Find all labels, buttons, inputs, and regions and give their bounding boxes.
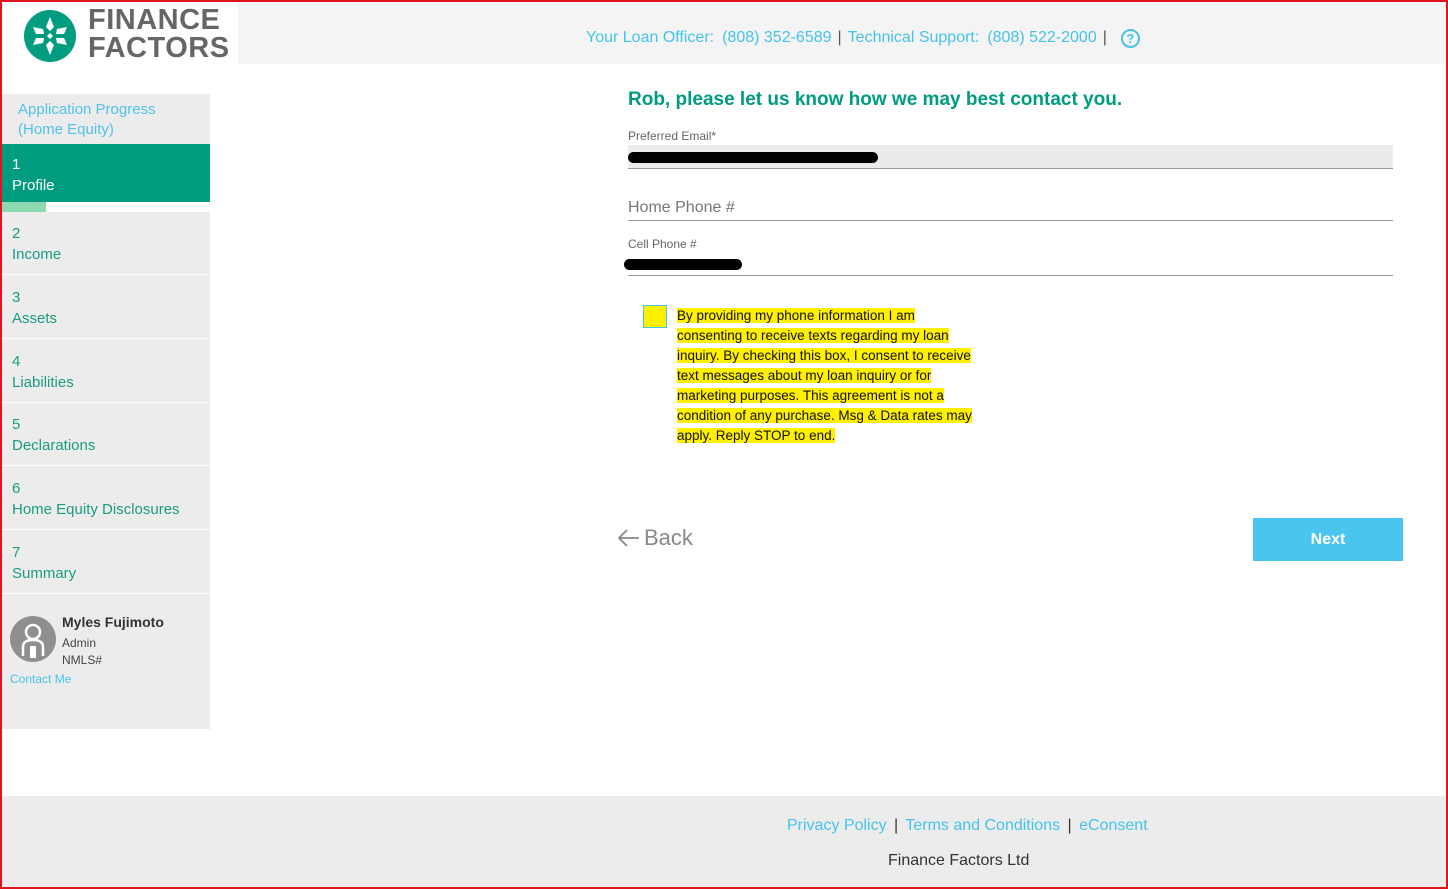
step-number: 6 [12, 480, 21, 497]
step-number: 4 [12, 353, 21, 370]
step-label: Liabilities [12, 374, 74, 391]
logo[interactable]: FINANCE FACTORS [2, 2, 238, 64]
step-label: Home Equity Disclosures [12, 501, 180, 518]
officer-name: Myles Fujimoto [62, 614, 164, 630]
cell-phone-field: Cell Phone # [624, 237, 1393, 276]
separator: | [1067, 817, 1072, 834]
consent-line: By providing my phone information I am [677, 308, 915, 323]
tech-support-label: Technical Support: [847, 29, 980, 46]
sidebar-step-assets[interactable]: 3 Assets [2, 277, 210, 339]
sidebar-step-liabilities[interactable]: 4 Liabilities [2, 341, 210, 403]
step-label: Income [12, 246, 62, 263]
sidebar: Application Progress (Home Equity) 1 Pro… [2, 94, 210, 729]
loan-officer-label: Your Loan Officer: [586, 29, 715, 46]
step-number: 7 [12, 544, 21, 561]
contact-me-link[interactable]: Contact Me [10, 672, 71, 686]
separator: | [1102, 29, 1107, 46]
back-button[interactable]: Back [616, 525, 693, 551]
privacy-policy-link[interactable]: Privacy Policy [787, 817, 887, 834]
logo-text: FINANCE FACTORS [88, 4, 230, 64]
progress-fill [2, 202, 46, 212]
step-label: Declarations [12, 437, 96, 454]
logo-line1: FINANCE [88, 4, 221, 36]
step-number: 1 [12, 156, 21, 173]
step-label: Assets [12, 310, 58, 327]
page-title: Rob, please let us know how we may best … [628, 89, 1123, 110]
tech-support-phone[interactable]: (808) 522-2000 [987, 29, 1096, 47]
redaction-mark [628, 152, 878, 163]
header-contact: Your Loan Officer: (808) 352-6589 | Tech… [586, 26, 1140, 50]
officer-role: Admin [62, 636, 97, 650]
officer-nmls: NMLS# [62, 653, 103, 667]
consent-line: consenting to receive texts regarding my… [677, 328, 949, 343]
consent-line: marketing purposes. This agreement is no… [677, 388, 944, 403]
sidebar-step-home-equity-disclosures[interactable]: 6 Home Equity Disclosures [2, 468, 210, 530]
step-number: 3 [12, 289, 21, 306]
footer-links: Privacy Policy | Terms and Conditions | … [787, 817, 1148, 835]
step-number: 2 [12, 225, 21, 242]
back-label: Back [644, 525, 693, 550]
step-label: Profile [12, 177, 55, 194]
consent-line: condition of any purchase. Msg & Data ra… [677, 408, 972, 423]
sidebar-step-profile[interactable]: 1 Profile [2, 144, 210, 202]
title-line1: Application Progress [18, 101, 156, 118]
sidebar-step-declarations[interactable]: 5 Declarations [2, 404, 210, 466]
home-phone-placeholder: Home Phone # [628, 199, 735, 216]
avatar [10, 616, 56, 662]
sidebar-step-income[interactable]: 2 Income [2, 213, 210, 275]
arrow-left-icon [617, 529, 639, 547]
step-number: 5 [12, 416, 21, 433]
logo-mark-icon [24, 10, 76, 62]
consent-line: inquiry. By checking this box, I consent… [677, 348, 971, 363]
separator: | [894, 817, 899, 834]
terms-link[interactable]: Terms and Conditions [905, 817, 1060, 834]
company-name: Finance Factors Ltd [888, 852, 1030, 869]
user-icon [21, 623, 45, 658]
next-button[interactable]: Next [1253, 518, 1403, 561]
logo-line2: FACTORS [88, 32, 230, 64]
profile-progress-bar [2, 202, 210, 212]
step-label: Summary [12, 565, 77, 582]
sidebar-step-summary[interactable]: 7 Summary [2, 532, 210, 594]
title-line2: (Home Equity) [18, 121, 114, 138]
application-progress-title: Application Progress (Home Equity) [18, 100, 208, 140]
econsent-link[interactable]: eConsent [1079, 817, 1148, 834]
help-icon[interactable]: ? [1120, 28, 1140, 48]
email-field: Preferred Email* [628, 129, 1393, 169]
home-phone-input[interactable]: Home Phone # [628, 197, 1393, 221]
email-label: Preferred Email* [628, 129, 717, 143]
consent-checkbox[interactable] [643, 305, 667, 328]
footer: Privacy Policy | Terms and Conditions | … [2, 796, 1446, 887]
loan-officer-phone[interactable]: (808) 352-6589 [722, 29, 831, 47]
consent-line: text messages about my loan inquiry or f… [677, 368, 932, 383]
consent-line: apply. Reply STOP to end. [677, 428, 836, 443]
consent-text: By providing my phone information I am c… [677, 306, 993, 446]
cell-phone-label: Cell Phone # [628, 237, 697, 251]
header: FINANCE FACTORS Your Loan Officer: (808)… [0, 0, 1448, 64]
redaction-mark [624, 259, 742, 270]
separator: | [837, 29, 842, 46]
cell-phone-input[interactable] [628, 252, 1393, 276]
